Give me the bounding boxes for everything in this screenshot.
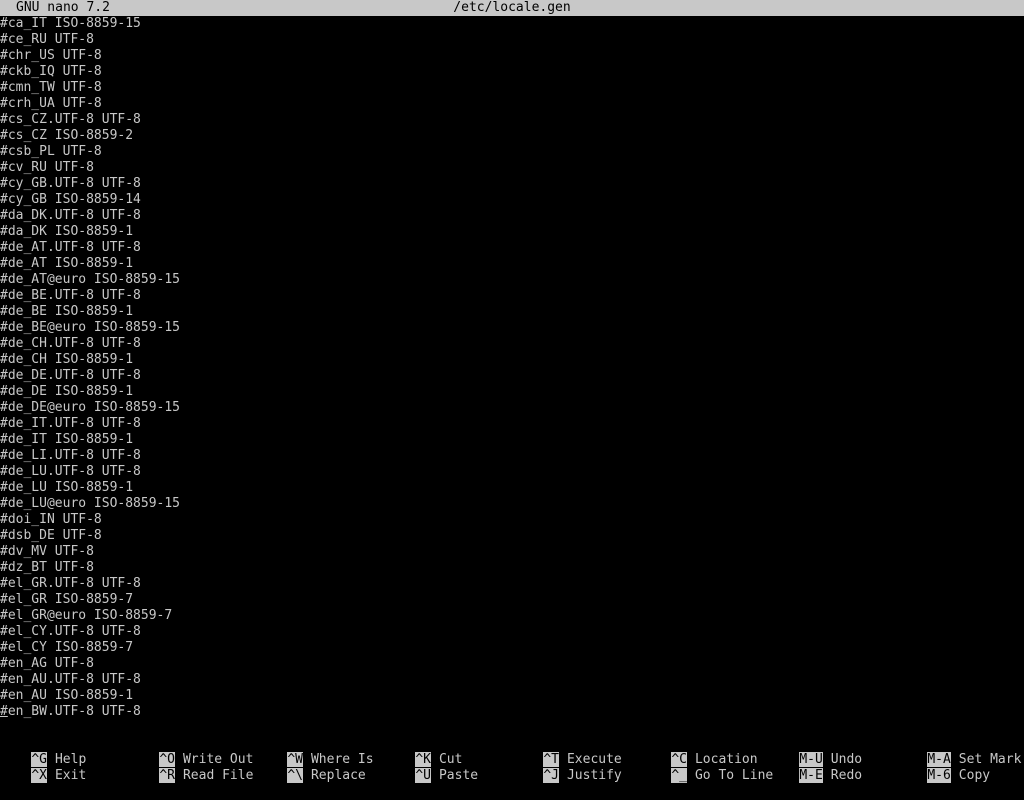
shortcut-help[interactable]: ^G Help <box>0 736 86 767</box>
text-line[interactable]: #cs_CZ ISO-8859-2 <box>0 128 1024 144</box>
text-line[interactable]: #de_IT ISO-8859-1 <box>0 432 1024 448</box>
text-cursor: # <box>0 704 8 719</box>
shortcut-cut[interactable]: ^K Cut <box>384 736 462 767</box>
text-line[interactable]: #de_IT.UTF-8 UTF-8 <box>0 416 1024 432</box>
shortcut-label: Go To Line <box>694 768 774 783</box>
shortcut-key: ^\ <box>287 768 303 783</box>
text-line[interactable]: #doi_IN UTF-8 <box>0 512 1024 528</box>
text-line[interactable]: #da_DK.UTF-8 UTF-8 <box>0 208 1024 224</box>
file-name: /etc/locale.gen <box>453 0 571 15</box>
shortcut-exit[interactable]: ^X Exit <box>0 752 86 783</box>
text-line[interactable]: #cs_CZ.UTF-8 UTF-8 <box>0 112 1024 128</box>
shortcut-justify[interactable]: ^J Justify <box>512 752 622 783</box>
shortcut-key: ^_ <box>671 768 687 783</box>
shortcut-go-to-line[interactable]: ^_ Go To Line <box>640 752 773 783</box>
text-line[interactable]: #en_AG UTF-8 <box>0 656 1024 672</box>
shortcut-where-is[interactable]: ^W Where Is <box>256 736 374 767</box>
text-line[interactable]: #de_DE.UTF-8 UTF-8 <box>0 368 1024 384</box>
shortcut-label: Paste <box>438 768 479 783</box>
text-line[interactable]: #el_GR ISO-8859-7 <box>0 592 1024 608</box>
text-line[interactable]: #csb_PL UTF-8 <box>0 144 1024 160</box>
shortcut-key: ^J <box>543 768 559 783</box>
shortcut-set-mark[interactable]: M-A Set Mark <box>896 736 1021 767</box>
shortcut-copy[interactable]: M-6 Copy <box>896 752 990 783</box>
text-line[interactable]: #cy_GB ISO-8859-14 <box>0 192 1024 208</box>
text-line[interactable]: #de_BE ISO-8859-1 <box>0 304 1024 320</box>
text-line-cursor[interactable]: #en_BW.UTF-8 UTF-8 <box>0 704 1024 720</box>
text-line[interactable]: #de_CH.UTF-8 UTF-8 <box>0 336 1024 352</box>
shortcut-key: M-6 <box>927 768 951 783</box>
shortcut-label: Justify <box>566 768 622 783</box>
text-line[interactable]: #de_LU ISO-8859-1 <box>0 480 1024 496</box>
text-line[interactable]: #de_DE ISO-8859-1 <box>0 384 1024 400</box>
text-line[interactable]: #el_CY ISO-8859-7 <box>0 640 1024 656</box>
text-line[interactable]: #dz_BT UTF-8 <box>0 560 1024 576</box>
shortcut-redo[interactable]: M-E Redo <box>768 752 862 783</box>
text-line[interactable]: #de_DE@euro ISO-8859-15 <box>0 400 1024 416</box>
text-line[interactable]: #de_BE@euro ISO-8859-15 <box>0 320 1024 336</box>
text-line[interactable]: #cmn_TW UTF-8 <box>0 80 1024 96</box>
text-line[interactable]: #el_GR@euro ISO-8859-7 <box>0 608 1024 624</box>
shortcut-key: ^U <box>415 768 431 783</box>
text-line[interactable]: #de_LU@euro ISO-8859-15 <box>0 496 1024 512</box>
text-line[interactable]: #el_GR.UTF-8 UTF-8 <box>0 576 1024 592</box>
cursor-line-rest: en_BW.UTF-8 UTF-8 <box>7 704 141 719</box>
text-line[interactable]: #de_AT ISO-8859-1 <box>0 256 1024 272</box>
shortcut-key: M-E <box>799 768 823 783</box>
shortcut-execute[interactable]: ^T Execute <box>512 736 622 767</box>
text-line[interactable]: #cv_RU UTF-8 <box>0 160 1024 176</box>
shortcut-location[interactable]: ^C Location <box>640 736 758 767</box>
text-line[interactable]: #da_DK ISO-8859-1 <box>0 224 1024 240</box>
text-line[interactable]: #chr_US UTF-8 <box>0 48 1024 64</box>
shortcut-label: Read File <box>182 768 254 783</box>
text-line[interactable]: #de_LU.UTF-8 UTF-8 <box>0 464 1024 480</box>
text-line[interactable]: #de_BE.UTF-8 UTF-8 <box>0 288 1024 304</box>
shortcut-paste[interactable]: ^U Paste <box>384 752 478 783</box>
shortcut-replace[interactable]: ^\ Replace <box>256 752 366 783</box>
text-line[interactable]: #crh_UA UTF-8 <box>0 96 1024 112</box>
text-line[interactable]: #en_AU.UTF-8 UTF-8 <box>0 672 1024 688</box>
text-line[interactable]: #cy_GB.UTF-8 UTF-8 <box>0 176 1024 192</box>
text-line[interactable]: #el_CY.UTF-8 UTF-8 <box>0 624 1024 640</box>
shortcut-undo[interactable]: M-U Undo <box>768 736 862 767</box>
shortcut-label: Redo <box>830 768 863 783</box>
text-line[interactable]: #en_AU ISO-8859-1 <box>0 688 1024 704</box>
shortcut-bar: ^G Help ^O Write Out ^W Where Is ^K Cut ^T Ex… <box>0 736 1024 783</box>
shortcut-write-out[interactable]: ^O Write Out <box>128 736 253 767</box>
text-line[interactable]: #ca_IT ISO-8859-15 <box>0 16 1024 32</box>
text-line[interactable]: #ce_RU UTF-8 <box>0 32 1024 48</box>
shortcut-read-file[interactable]: ^R Read File <box>128 752 253 783</box>
text-line[interactable]: #de_AT@euro ISO-8859-15 <box>0 272 1024 288</box>
text-line[interactable]: #de_AT.UTF-8 UTF-8 <box>0 240 1024 256</box>
title-bar: /etc/locale.gen GNU nano 7.2 <box>0 0 1024 16</box>
shortcut-label: Replace <box>310 768 366 783</box>
editor-text-area[interactable]: #ca_IT ISO-8859-15 #ce_RU UTF-8 #chr_US … <box>0 16 1024 720</box>
shortcut-key: ^R <box>159 768 175 783</box>
text-line[interactable]: #dv_MV UTF-8 <box>0 544 1024 560</box>
shortcut-label: Copy <box>958 768 991 783</box>
app-version: GNU nano 7.2 <box>16 0 110 15</box>
text-line[interactable]: #de_CH ISO-8859-1 <box>0 352 1024 368</box>
shortcut-key: ^X <box>31 768 47 783</box>
shortcut-label: Exit <box>54 768 87 783</box>
text-line[interactable]: #de_LI.UTF-8 UTF-8 <box>0 448 1024 464</box>
text-line[interactable]: #dsb_DE UTF-8 <box>0 528 1024 544</box>
text-line[interactable]: #ckb_IQ UTF-8 <box>0 64 1024 80</box>
